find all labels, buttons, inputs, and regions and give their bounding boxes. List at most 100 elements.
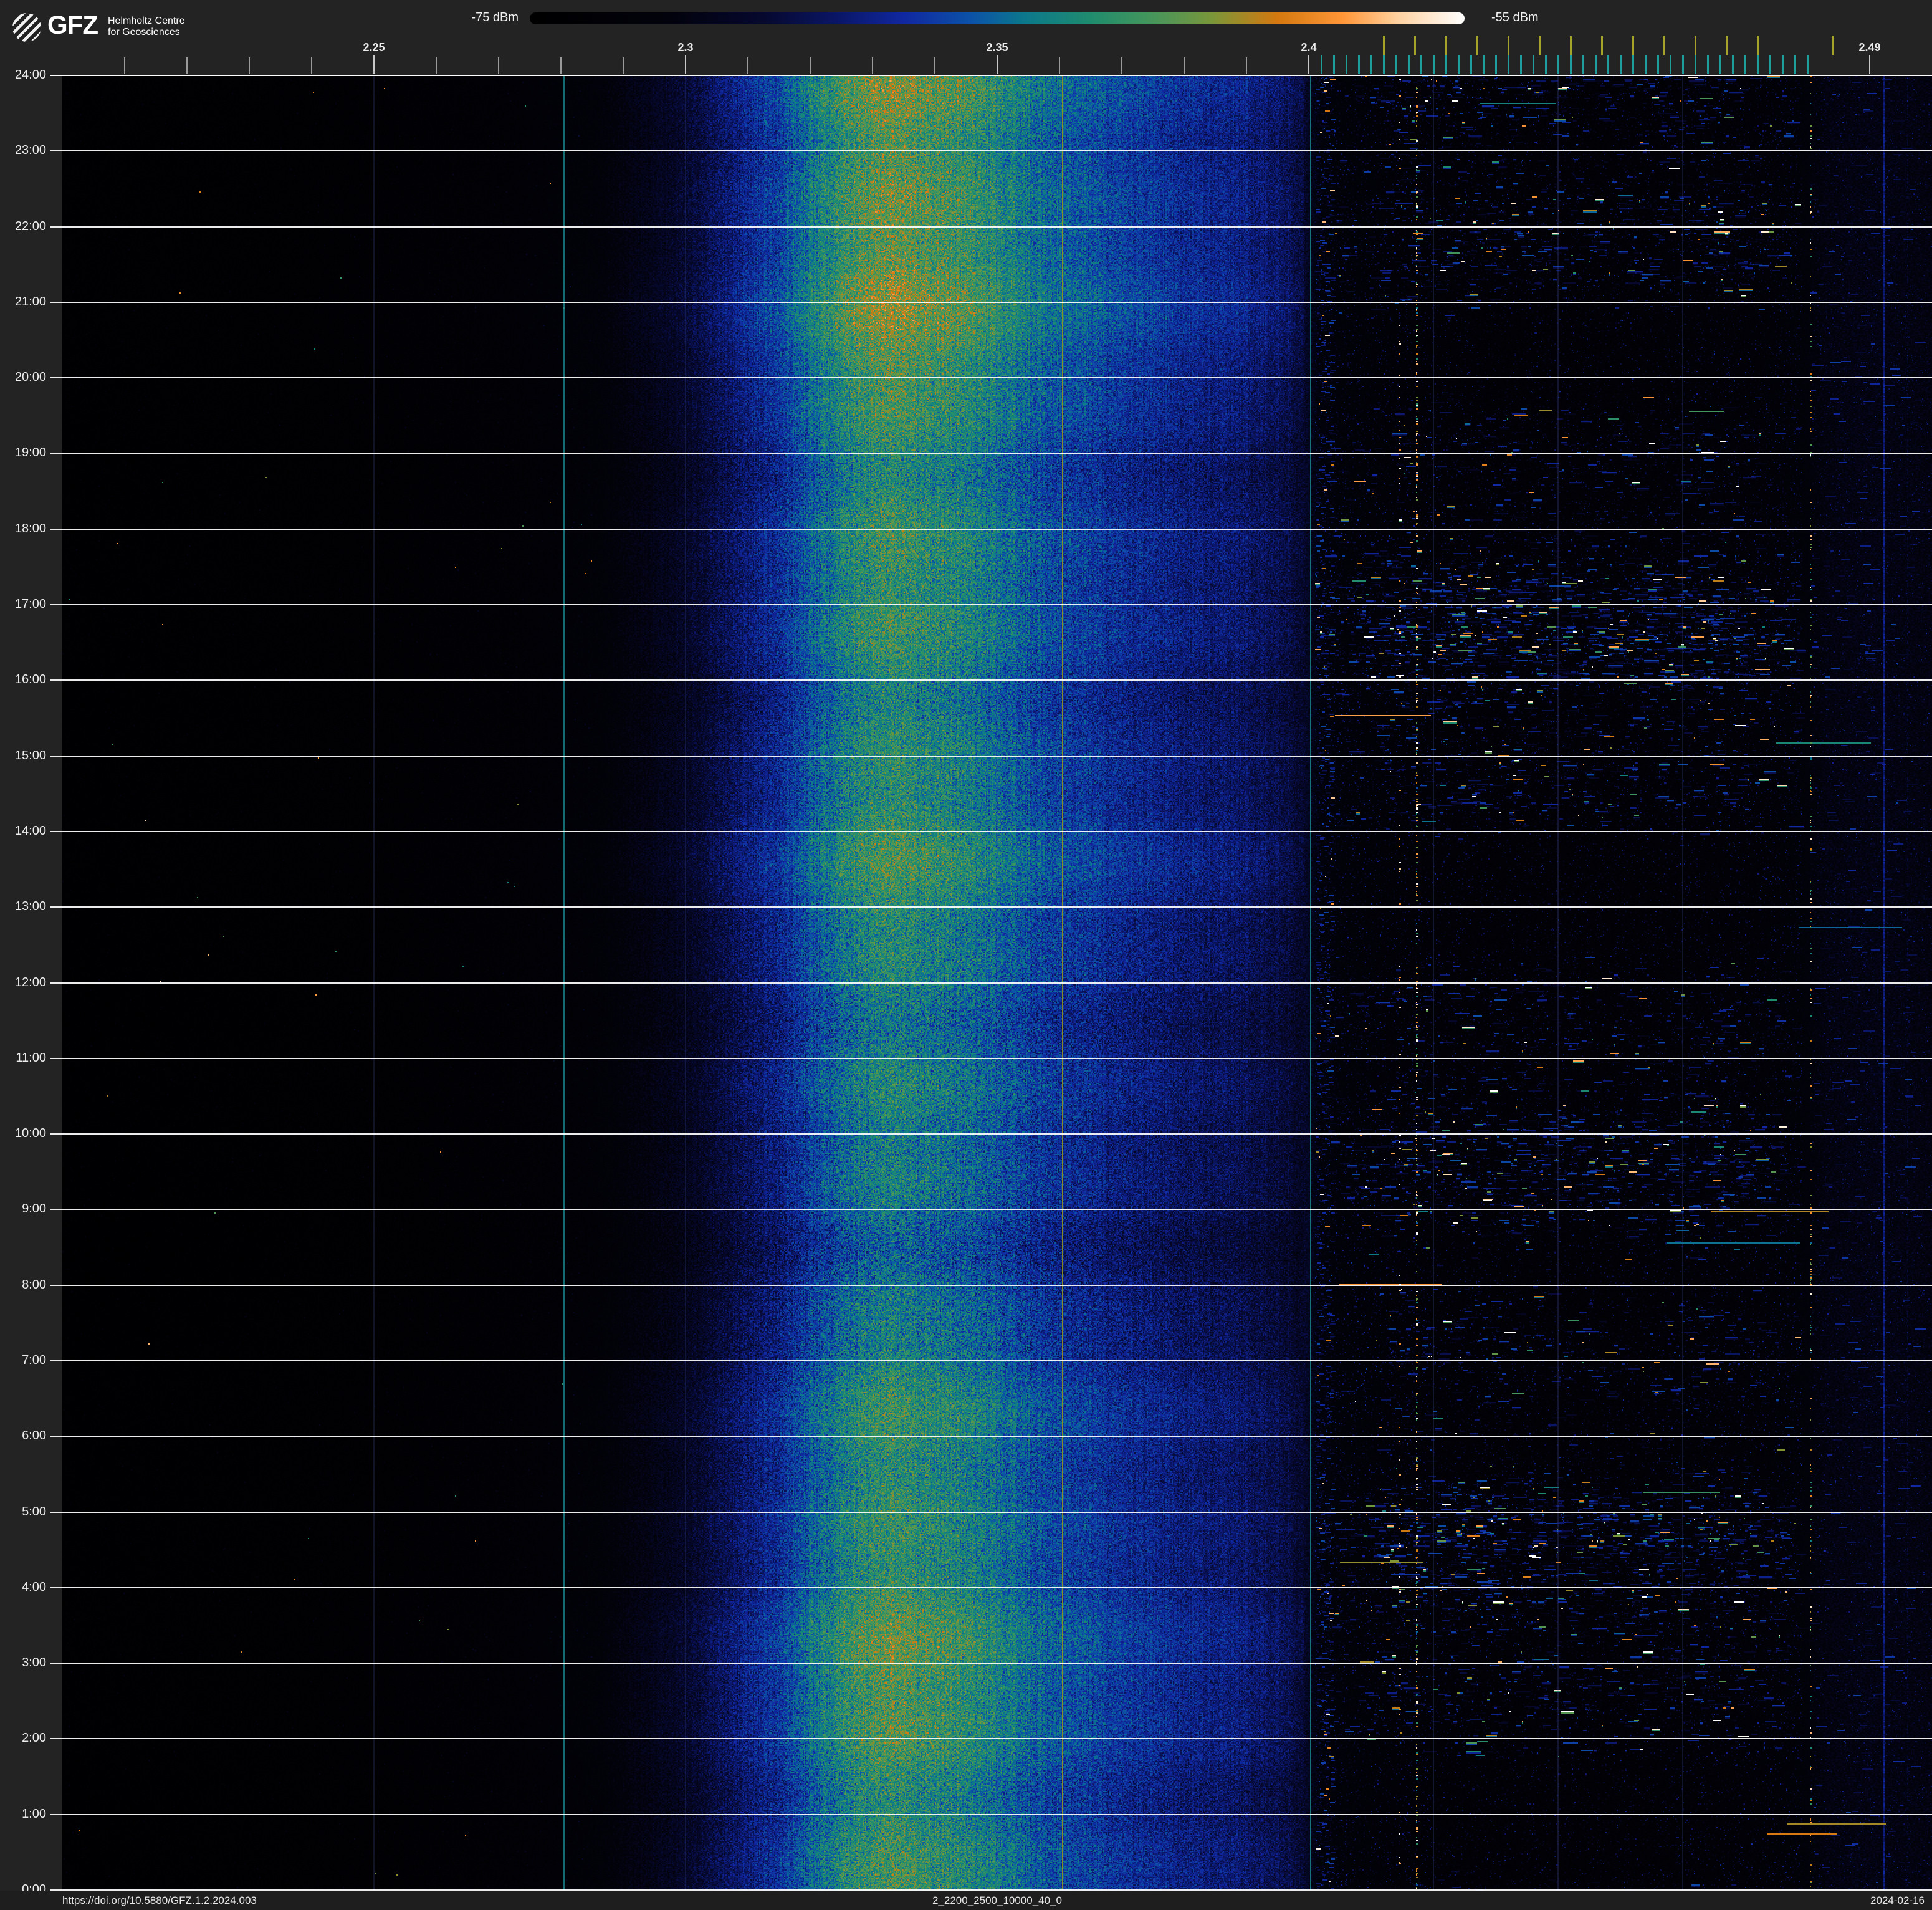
freq-tick bbox=[1308, 55, 1309, 74]
ble-channel-tick bbox=[1806, 55, 1809, 74]
freq-tick bbox=[1184, 57, 1185, 74]
ble-channel-tick bbox=[1357, 55, 1360, 74]
wifi-channel-tick bbox=[1600, 36, 1603, 55]
wifi-channel-tick bbox=[1445, 36, 1447, 55]
hour-label: 22:00 bbox=[14, 219, 46, 233]
ble-channel-tick bbox=[1681, 55, 1684, 74]
wifi-channel-tick bbox=[1725, 36, 1728, 55]
wifi-channel-tick bbox=[1538, 36, 1541, 55]
hour-label: 8:00 bbox=[22, 1277, 46, 1292]
wifi-channel-tick bbox=[1663, 36, 1665, 55]
gfz-globe-logo-icon bbox=[12, 13, 41, 42]
ble-channel-tick bbox=[1594, 55, 1597, 74]
ble-channel-tick bbox=[1519, 55, 1522, 74]
hour-label: 3:00 bbox=[22, 1656, 46, 1670]
hour-gridline bbox=[50, 1813, 1932, 1815]
hour-gridline bbox=[50, 528, 1932, 530]
freq-tick bbox=[436, 57, 437, 74]
wifi-channel-tick bbox=[1694, 36, 1696, 55]
hour-gridline bbox=[50, 226, 1932, 228]
freq-tick-label: 2.3 bbox=[677, 41, 694, 54]
ble-channel-tick bbox=[1794, 55, 1796, 74]
hour-gridline bbox=[50, 1133, 1932, 1135]
ble-channel-tick bbox=[1569, 55, 1572, 74]
freq-tick-label: 2.4 bbox=[1301, 41, 1317, 54]
date-label: 2024-02-16 bbox=[1870, 1894, 1925, 1906]
ble-channel-tick bbox=[1694, 55, 1696, 74]
ble-channel-tick bbox=[1445, 55, 1447, 74]
hour-gridline bbox=[50, 1057, 1932, 1059]
ble-channel-tick bbox=[1632, 55, 1634, 74]
freq-tick bbox=[249, 57, 250, 74]
hour-label: 4:00 bbox=[22, 1580, 46, 1594]
hour-label: 12:00 bbox=[14, 975, 46, 989]
freq-tick bbox=[498, 57, 499, 74]
freq-tick bbox=[1059, 57, 1060, 74]
freq-tick bbox=[747, 57, 748, 74]
freq-tick bbox=[810, 57, 811, 74]
ble-channel-tick bbox=[1719, 55, 1721, 74]
hour-gridline bbox=[50, 830, 1932, 832]
ble-channel-tick bbox=[1607, 55, 1609, 74]
hour-gridline bbox=[50, 755, 1932, 757]
hour-gridline bbox=[50, 1360, 1932, 1361]
freq-tick bbox=[124, 57, 125, 74]
freq-tick bbox=[1869, 55, 1870, 74]
hour-label: 23:00 bbox=[14, 143, 46, 158]
doi-link[interactable]: https://doi.org/10.5880/GFZ.1.2.2024.003 bbox=[62, 1894, 257, 1907]
hour-label: 9:00 bbox=[22, 1202, 46, 1216]
colorbar-gradient bbox=[530, 12, 1465, 24]
hour-gridline bbox=[50, 604, 1932, 606]
ble-channel-tick bbox=[1756, 55, 1759, 74]
wifi-channel-tick bbox=[1382, 36, 1385, 55]
ble-channel-tick bbox=[1494, 55, 1497, 74]
freq-tick bbox=[1246, 57, 1247, 74]
logo-text: GFZ bbox=[47, 10, 98, 39]
hour-gridline bbox=[50, 301, 1932, 303]
ble-channel-tick bbox=[1669, 55, 1671, 74]
hour-label: 2:00 bbox=[22, 1731, 46, 1745]
ble-channel-tick bbox=[1382, 55, 1385, 74]
ble-channel-tick bbox=[1457, 55, 1460, 74]
hour-label: 6:00 bbox=[22, 1429, 46, 1443]
hour-label: 17:00 bbox=[14, 597, 46, 612]
wifi-channel-tick bbox=[1413, 36, 1416, 55]
hour-gridline bbox=[50, 150, 1932, 152]
freq-tick bbox=[1121, 57, 1122, 74]
measurement-id: 2_2200_2500_10000_40_0 bbox=[932, 1894, 1062, 1906]
hour-gridline bbox=[50, 1663, 1932, 1664]
ble-channel-tick bbox=[1557, 55, 1559, 74]
hour-gridline bbox=[50, 982, 1932, 984]
freq-tick bbox=[997, 55, 998, 74]
ble-channel-tick bbox=[1420, 55, 1422, 74]
ble-channel-tick bbox=[1395, 55, 1397, 74]
hour-gridline bbox=[50, 1284, 1932, 1286]
ble-channel-tick bbox=[1532, 55, 1534, 74]
hour-gridline bbox=[50, 906, 1932, 908]
ble-channel-tick bbox=[1619, 55, 1622, 74]
hour-label: 16:00 bbox=[14, 673, 46, 687]
freq-tick bbox=[311, 57, 312, 74]
hour-gridline bbox=[50, 377, 1932, 379]
freq-tick bbox=[373, 55, 375, 74]
freq-tick-label: 2.25 bbox=[363, 41, 385, 54]
ble-channel-tick bbox=[1470, 55, 1472, 74]
ble-channel-tick bbox=[1432, 55, 1435, 74]
hour-gridline bbox=[50, 1511, 1932, 1513]
wifi-channel-tick bbox=[1756, 36, 1759, 55]
hour-label: 10:00 bbox=[14, 1126, 46, 1141]
ble-channel-tick bbox=[1769, 55, 1771, 74]
hour-gridline bbox=[50, 453, 1932, 454]
freq-tick bbox=[186, 57, 188, 74]
ble-channel-tick bbox=[1332, 55, 1335, 74]
hour-label: 13:00 bbox=[14, 900, 46, 914]
org-name-line2: for Geosciences bbox=[108, 27, 180, 37]
hour-label: 21:00 bbox=[14, 294, 46, 309]
ble-channel-tick bbox=[1706, 55, 1709, 74]
freq-tick bbox=[872, 57, 873, 74]
wifi-channel-tick bbox=[1632, 36, 1634, 55]
hour-label: 19:00 bbox=[14, 446, 46, 460]
ble-channel-tick bbox=[1744, 55, 1746, 74]
hour-gridline bbox=[50, 679, 1932, 681]
hour-label: 1:00 bbox=[22, 1807, 46, 1821]
